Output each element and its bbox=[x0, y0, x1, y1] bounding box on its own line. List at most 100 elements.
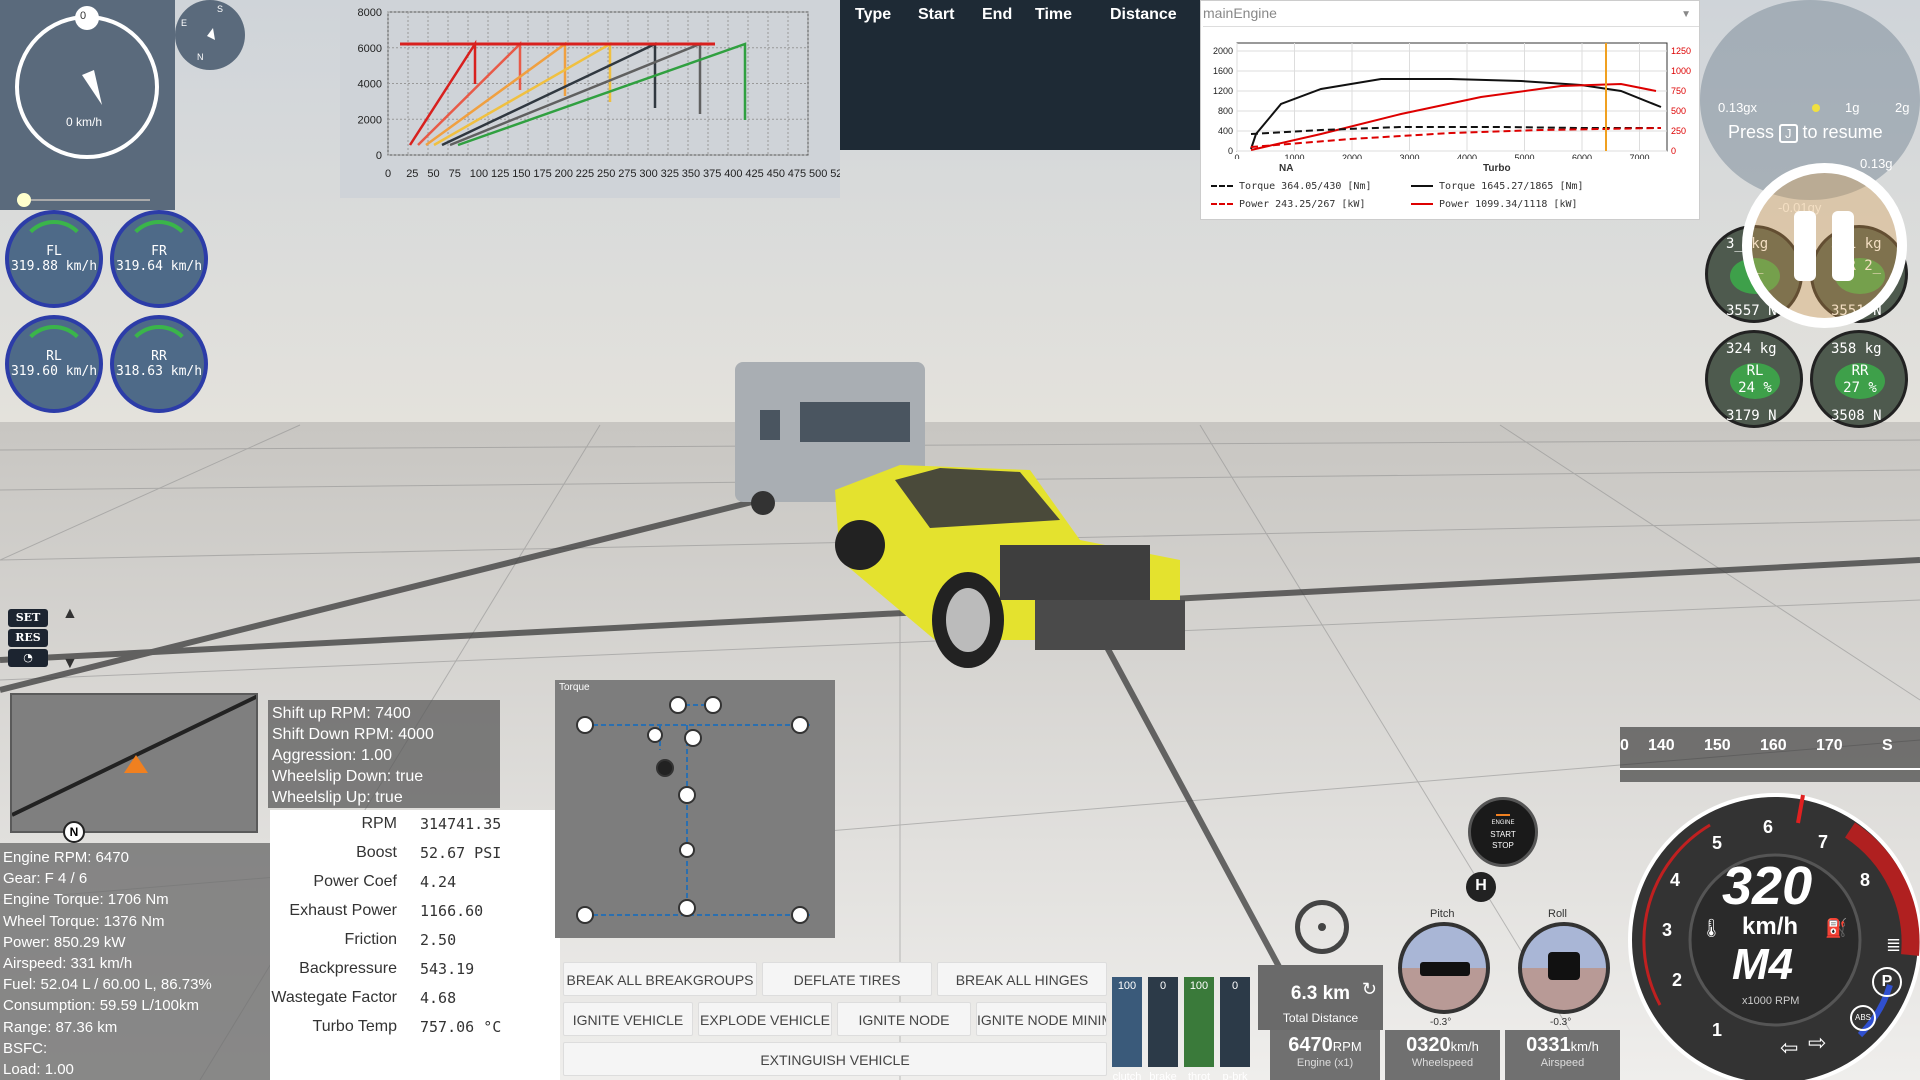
cruise-down-icon[interactable]: ▼ bbox=[62, 655, 78, 673]
bsfc: BSFC: bbox=[3, 1039, 48, 1057]
heading-tick: 150 bbox=[1704, 737, 1731, 754]
col-start: Start bbox=[918, 6, 955, 23]
turbo-row: RPM 314741.35 bbox=[270, 815, 560, 844]
wheel-gauge-arc bbox=[124, 220, 194, 290]
wheel-gauge-fr: FR 319.64 km/h bbox=[110, 210, 208, 308]
ignite-vehicle-button[interactable]: IGNITE VEHICLE bbox=[563, 1002, 693, 1036]
minimap-north-label: N bbox=[69, 825, 79, 839]
break-all-breakgroups-button[interactable]: BREAK ALL BREAKGROUPS bbox=[563, 962, 757, 996]
turn-left-icon: ⇦ bbox=[1780, 1035, 1799, 1060]
tire-pct: 27 % bbox=[1843, 380, 1877, 396]
engine-debug-panel: Engine RPM: 6470 Gear: F 4 / 6 Engine To… bbox=[0, 843, 270, 1080]
key-j-icon: J bbox=[1779, 124, 1798, 143]
eng-x-tick: 7000 bbox=[1629, 153, 1649, 159]
turbo-row: Turbo Temp 757.06 °C bbox=[270, 1018, 560, 1047]
turbo-row: Boost 52.67 PSI bbox=[270, 844, 560, 873]
resume-prompt: Press J to resume bbox=[1728, 122, 1883, 143]
shift-x-tick: 425 bbox=[745, 168, 763, 180]
tire-kg: 358 kg bbox=[1831, 341, 1882, 357]
airspeed-readout-value: 0331 bbox=[1526, 1034, 1571, 1056]
pickup-truck-icon bbox=[1420, 962, 1470, 976]
shift-x-tick: 200 bbox=[555, 168, 573, 180]
throttle-bar: 100 throt bbox=[1184, 977, 1214, 1080]
pause-icon[interactable] bbox=[1742, 163, 1907, 328]
tire-pct: 24 % bbox=[1738, 380, 1772, 396]
break-all-hinges-button[interactable]: BREAK ALL HINGES bbox=[937, 962, 1107, 996]
turbo-label: Boost bbox=[356, 844, 397, 861]
eng-y-right-tick: 750 bbox=[1671, 86, 1686, 96]
tire-n: 3179 N bbox=[1726, 408, 1777, 424]
mini-compass: E S N bbox=[175, 0, 245, 70]
parkingbrake-bar: 0 p-brk bbox=[1220, 977, 1250, 1080]
engine-start-stop-button[interactable]: ENGINE START STOP bbox=[1468, 797, 1538, 867]
engine-select[interactable]: mainEngine ▼ bbox=[1203, 5, 1699, 27]
tacho-num-7: 7 bbox=[1818, 832, 1829, 852]
shift-y-tick: 4000 bbox=[358, 79, 382, 91]
gforce-right: 2g bbox=[1895, 100, 1910, 115]
shift-x-tick: 525 bbox=[830, 168, 840, 180]
ignite-node-minimal-button[interactable]: IGNITE NODE MINIM bbox=[976, 1002, 1107, 1036]
tacho-num-4: 4 bbox=[1670, 870, 1681, 890]
turbo-label: Friction bbox=[344, 931, 397, 948]
turbo-value: 757.06 °C bbox=[420, 1018, 502, 1036]
cruise-res-button[interactable]: RES bbox=[8, 629, 48, 647]
pitch-label: Pitch bbox=[1430, 908, 1455, 920]
tacho-speed: 320 bbox=[1722, 856, 1813, 916]
brake-value: 0 bbox=[1159, 980, 1167, 992]
cruise-set-button[interactable]: SET bbox=[8, 609, 48, 627]
gforce-bottom: 0.13g bbox=[1860, 156, 1893, 171]
engine-label-mid: START bbox=[1490, 830, 1516, 839]
handbrake-label: H bbox=[1475, 877, 1487, 894]
shift-x-tick: 25 bbox=[406, 168, 418, 180]
parking-label: P bbox=[1881, 973, 1893, 990]
gear: Gear: F 4 / 6 bbox=[3, 870, 88, 888]
chevron-down-icon: ▼ bbox=[1681, 9, 1691, 20]
brake-bar: 0 brake bbox=[1148, 977, 1178, 1080]
pause-bar-right bbox=[1832, 211, 1854, 281]
na-power-text: Power 243.25/267 [kW] bbox=[1239, 199, 1366, 210]
wheelspeed-readout-value: 0320 bbox=[1406, 1034, 1451, 1056]
eng-y-left-tick: 400 bbox=[1218, 126, 1233, 136]
cruise-gauge-icon[interactable]: ◔ bbox=[8, 649, 48, 667]
shift-x-tick: 50 bbox=[427, 168, 439, 180]
minimap[interactable] bbox=[10, 693, 258, 833]
parkingbrake-label: p-brk bbox=[1222, 1071, 1248, 1080]
speedometer-panel: 0 0 km/h bbox=[0, 0, 175, 210]
deflate-tires-button[interactable]: DEFLATE TIRES bbox=[762, 962, 932, 996]
shift-x-tick: 125 bbox=[491, 168, 509, 180]
handbrake-icon: H bbox=[1466, 872, 1496, 902]
turbo-value: 2.50 bbox=[420, 931, 457, 949]
engine-select-value: mainEngine bbox=[1203, 5, 1277, 21]
shift-x-tick: 350 bbox=[682, 168, 700, 180]
cruise-up-icon[interactable]: ▲ bbox=[62, 605, 78, 623]
ignite-node-button[interactable]: IGNITE NODE bbox=[837, 1002, 971, 1036]
shift-x-tick: 375 bbox=[703, 168, 721, 180]
parkingbrake-value: 0 bbox=[1231, 980, 1239, 992]
wheelspeed-readout-value-line: 0320km/h bbox=[1385, 1030, 1500, 1057]
explode-vehicle-button[interactable]: EXPLODE VEHICLE bbox=[698, 1002, 832, 1036]
turbo-label: Power Coef bbox=[313, 873, 397, 890]
shift-aggression: Aggression: 1.00 bbox=[272, 747, 393, 764]
shift-settings-panel: Shift up RPM: 7400 Shift Down RPM: 4000 … bbox=[268, 700, 500, 808]
wheel-torque: Wheel Torque: 1376 Nm bbox=[3, 912, 165, 930]
abs-icon: ABS bbox=[1850, 1005, 1876, 1031]
turbo-value: 52.67 PSI bbox=[420, 844, 502, 862]
turbo-label: Exhaust Power bbox=[289, 902, 397, 919]
wheel-gauge-rl: RL 319.60 km/h bbox=[5, 315, 103, 413]
heading-tick: 0 bbox=[1620, 737, 1629, 754]
rpm-readout-value: 6470 bbox=[1288, 1034, 1333, 1056]
tire-label: RR bbox=[1851, 363, 1869, 379]
turbo-power-text: Power 1099.34/1118 [kW] bbox=[1439, 199, 1578, 210]
wheelslip-down: Wheelslip Down: true bbox=[272, 768, 424, 785]
wheel-gauge-arc bbox=[124, 325, 194, 395]
extinguish-vehicle-button[interactable]: EXTINGUISH VEHICLE bbox=[563, 1042, 1107, 1076]
reset-icon[interactable]: ↻ bbox=[1362, 979, 1377, 1000]
car-rear-icon bbox=[1548, 952, 1580, 980]
throttle-value: 100 bbox=[1189, 980, 1209, 992]
airspeed-readout: 0331km/h Airspeed bbox=[1505, 1030, 1620, 1080]
tire-kg: 324 kg bbox=[1726, 341, 1777, 357]
na-power-legend: Power 243.25/267 [kW] bbox=[1211, 199, 1365, 210]
shift-x-tick: 75 bbox=[449, 168, 461, 180]
resume-rest: to resume bbox=[1802, 122, 1883, 142]
tacho-rpm-unit: x1000 RPM bbox=[1742, 995, 1800, 1007]
